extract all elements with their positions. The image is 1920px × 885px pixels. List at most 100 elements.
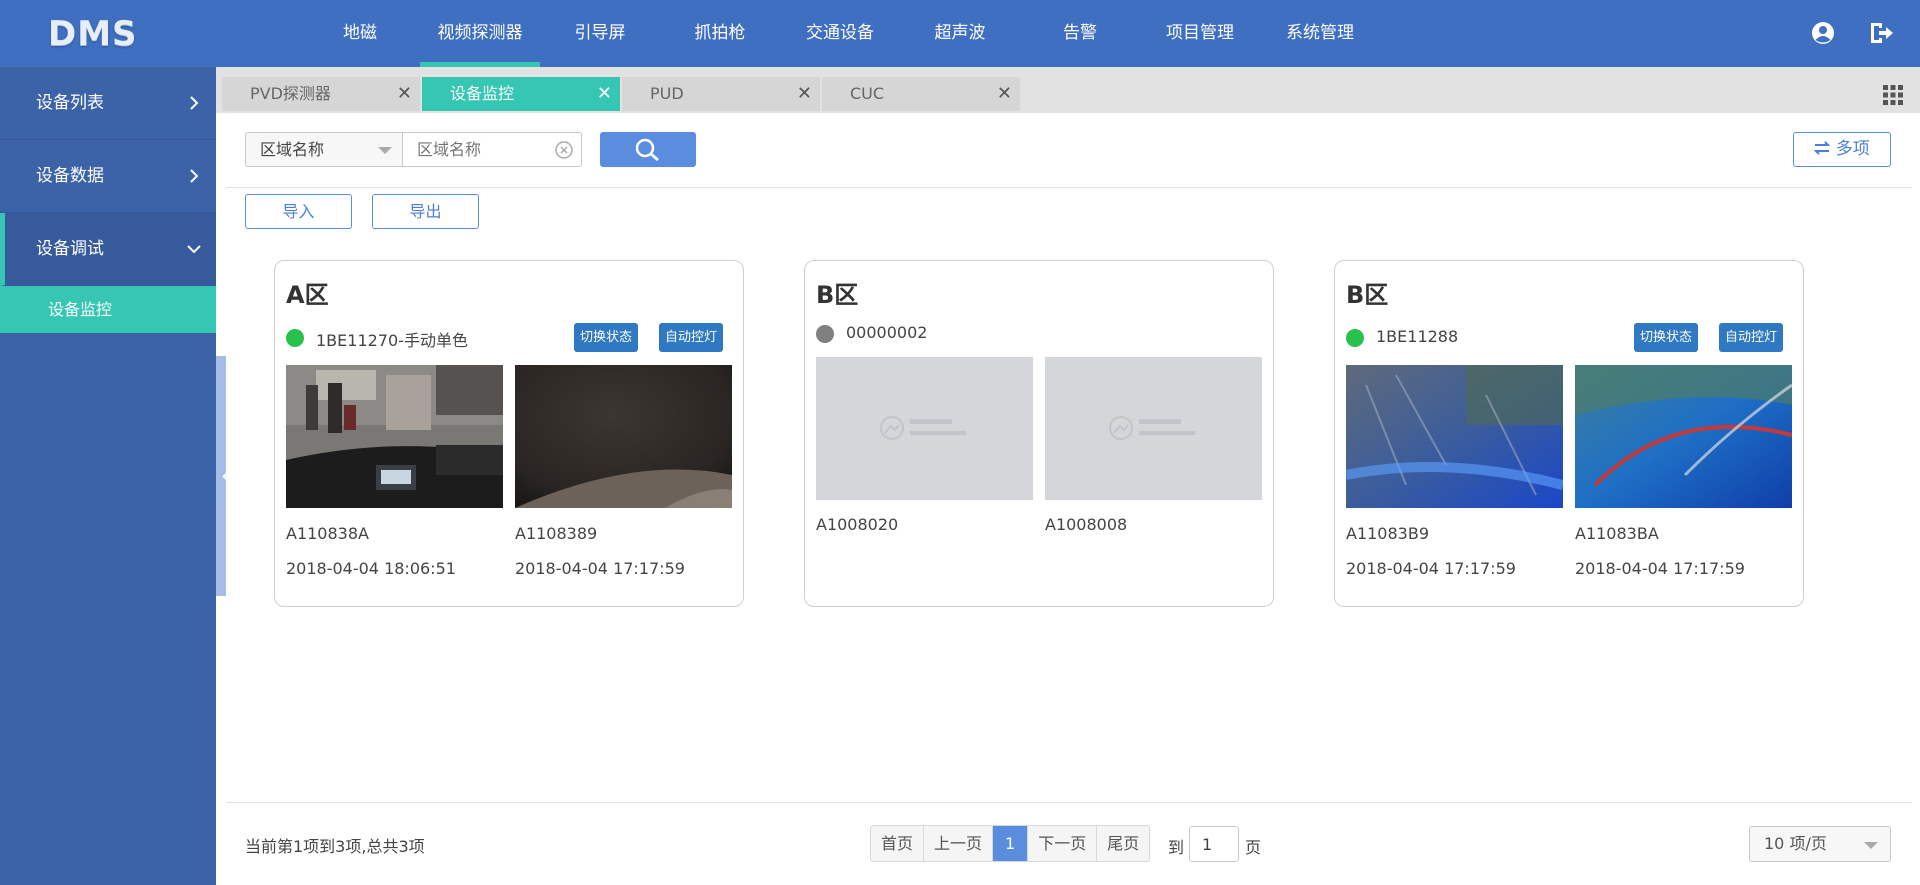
device-name: 00000002: [846, 323, 928, 342]
no-picture-icon: [1109, 416, 1195, 440]
app-logo: DMS: [48, 14, 138, 54]
zone-card: A区 1BE11270-手动单色 切换状态 自动控灯 A110838A A110…: [274, 260, 744, 607]
auto-light-button[interactable]: 自动控灯: [1719, 323, 1784, 352]
status-dot-online: [1346, 329, 1364, 347]
sidebar-item-device-list[interactable]: 设备列表: [0, 67, 216, 140]
tab-label: PUD: [650, 84, 684, 103]
tab-label: 设备监控: [450, 84, 515, 103]
field-select[interactable]: 区域名称: [245, 132, 402, 167]
camera-id: A11083B9: [1346, 524, 1429, 543]
caret-down-icon: [1864, 842, 1878, 849]
nav-item-alarm[interactable]: 告警: [1020, 0, 1140, 67]
camera-id: A11083BA: [1575, 524, 1659, 543]
camera-snapshot-empty[interactable]: [1045, 357, 1262, 500]
sidebar-item-device-debug[interactable]: 设备调试: [0, 213, 216, 286]
goto-page-input[interactable]: [1189, 826, 1239, 862]
tab-strip: PVD探测器 ✕ 设备监控 ✕ PUD ✕ CUC ✕: [216, 67, 1920, 113]
pagination: 首页 上一页 1 下一页 尾页: [870, 825, 1151, 862]
zone-card: B区 00000002 A1008020 A1008008: [804, 260, 1274, 607]
camera-image: [515, 365, 732, 508]
search-button[interactable]: [600, 132, 696, 167]
tab-cuc[interactable]: CUC ✕: [822, 77, 1020, 111]
chevron-right-icon: [190, 96, 199, 110]
camera-id: A110838A: [286, 524, 369, 543]
camera-id: A1108389: [515, 524, 598, 543]
tab-label: CUC: [850, 84, 885, 103]
last-page-button[interactable]: 尾页: [1097, 826, 1149, 861]
camera-id: A1008020: [816, 515, 899, 534]
switch-state-button[interactable]: 切换状态: [1634, 323, 1699, 352]
tab-label: PVD探测器: [250, 84, 331, 103]
chevron-right-icon: [190, 169, 199, 183]
user-icon[interactable]: [1810, 20, 1836, 46]
export-button[interactable]: 导出: [372, 194, 479, 229]
device-name: 1BE11288: [1376, 327, 1459, 346]
divider: [226, 802, 1912, 803]
page-size-value: 10 项/页: [1764, 834, 1827, 853]
close-icon[interactable]: ✕: [397, 77, 412, 111]
tab-device-monitor[interactable]: 设备监控 ✕: [422, 77, 620, 111]
current-page-button[interactable]: 1: [993, 826, 1029, 861]
nav-item-capture-gun[interactable]: 抓拍枪: [660, 0, 780, 67]
main-nav: 地磁 视频探测器 引导屏 抓拍枪 交通设备 超声波 告警 项目管理 系统管理: [300, 0, 1380, 67]
sidebar-item-label: 设备数据: [36, 166, 104, 186]
search-icon: [635, 138, 659, 162]
camera-snapshot[interactable]: [1575, 365, 1792, 508]
nav-item-guide-screen[interactable]: 引导屏: [540, 0, 660, 67]
nav-item-geomagnetic[interactable]: 地磁: [300, 0, 420, 67]
camera-image: [286, 365, 503, 508]
top-bar: DMS 地磁 视频探测器 引导屏 抓拍枪 交通设备 超声波 告警 项目管理 系统…: [0, 0, 1920, 67]
camera-time: 2018-04-04 17:17:59: [515, 559, 685, 578]
nav-item-system-management[interactable]: 系统管理: [1260, 0, 1380, 67]
camera-time: 2018-04-04 18:06:51: [286, 559, 456, 578]
zone-card: B区 1BE11288 切换状态 自动控灯 A11083B9 A11083BA …: [1334, 260, 1804, 607]
camera-snapshot[interactable]: [286, 365, 503, 508]
sidebar-item-device-data[interactable]: 设备数据: [0, 140, 216, 213]
close-icon[interactable]: ✕: [997, 77, 1012, 111]
status-dot-offline: [816, 325, 834, 343]
close-icon[interactable]: ✕: [597, 77, 612, 111]
next-page-button[interactable]: 下一页: [1028, 826, 1098, 861]
sidebar-subitem-device-monitor[interactable]: 设备监控: [0, 286, 216, 333]
page-info: 当前第1项到3项,总共3项: [245, 837, 425, 856]
prev-page-button[interactable]: 上一页: [924, 826, 994, 861]
auto-light-button[interactable]: 自动控灯: [659, 323, 724, 352]
import-button[interactable]: 导入: [245, 194, 352, 229]
goto-prefix: 到: [1168, 838, 1185, 857]
nav-item-video-detector[interactable]: 视频探测器: [420, 0, 540, 67]
sidebar-item-label: 设备列表: [36, 93, 104, 113]
divider: [226, 187, 1912, 188]
camera-id: A1008008: [1045, 515, 1128, 534]
swap-icon: [1813, 141, 1831, 155]
zone-title: B区: [1346, 281, 1389, 309]
device-name: 1BE11270-手动单色: [316, 331, 468, 350]
page-size-select[interactable]: 10 项/页: [1749, 826, 1891, 862]
multi-button[interactable]: 多项: [1793, 132, 1891, 167]
first-page-button[interactable]: 首页: [871, 826, 925, 861]
grid-icon[interactable]: [1882, 84, 1904, 106]
zone-title: A区: [286, 281, 329, 309]
tab-pud[interactable]: PUD ✕: [622, 77, 820, 111]
no-picture-icon: [880, 416, 966, 440]
status-dot-online: [286, 329, 304, 347]
goto-suffix: 页: [1245, 838, 1262, 857]
clear-icon[interactable]: [555, 141, 573, 159]
sidebar: 设备列表 设备数据 设备调试 设备监控: [0, 67, 216, 885]
nav-item-project-management[interactable]: 项目管理: [1140, 0, 1260, 67]
camera-image: [1346, 365, 1563, 508]
nav-item-traffic-device[interactable]: 交通设备: [780, 0, 900, 67]
camera-snapshot[interactable]: [515, 365, 732, 508]
field-select-value: 区域名称: [260, 140, 325, 159]
chevron-down-icon: [187, 245, 201, 254]
caret-down-icon: [378, 147, 392, 154]
switch-state-button[interactable]: 切换状态: [574, 323, 639, 352]
zone-title: B区: [816, 281, 859, 309]
camera-snapshot-empty[interactable]: [816, 357, 1033, 500]
tab-pvd-detector[interactable]: PVD探测器 ✕: [222, 77, 420, 111]
logout-icon[interactable]: [1868, 20, 1894, 46]
nav-item-ultrasonic[interactable]: 超声波: [900, 0, 1020, 67]
close-icon[interactable]: ✕: [797, 77, 812, 111]
camera-snapshot[interactable]: [1346, 365, 1563, 508]
sidebar-item-label: 设备调试: [36, 239, 104, 259]
multi-button-label: 多项: [1835, 139, 1870, 159]
